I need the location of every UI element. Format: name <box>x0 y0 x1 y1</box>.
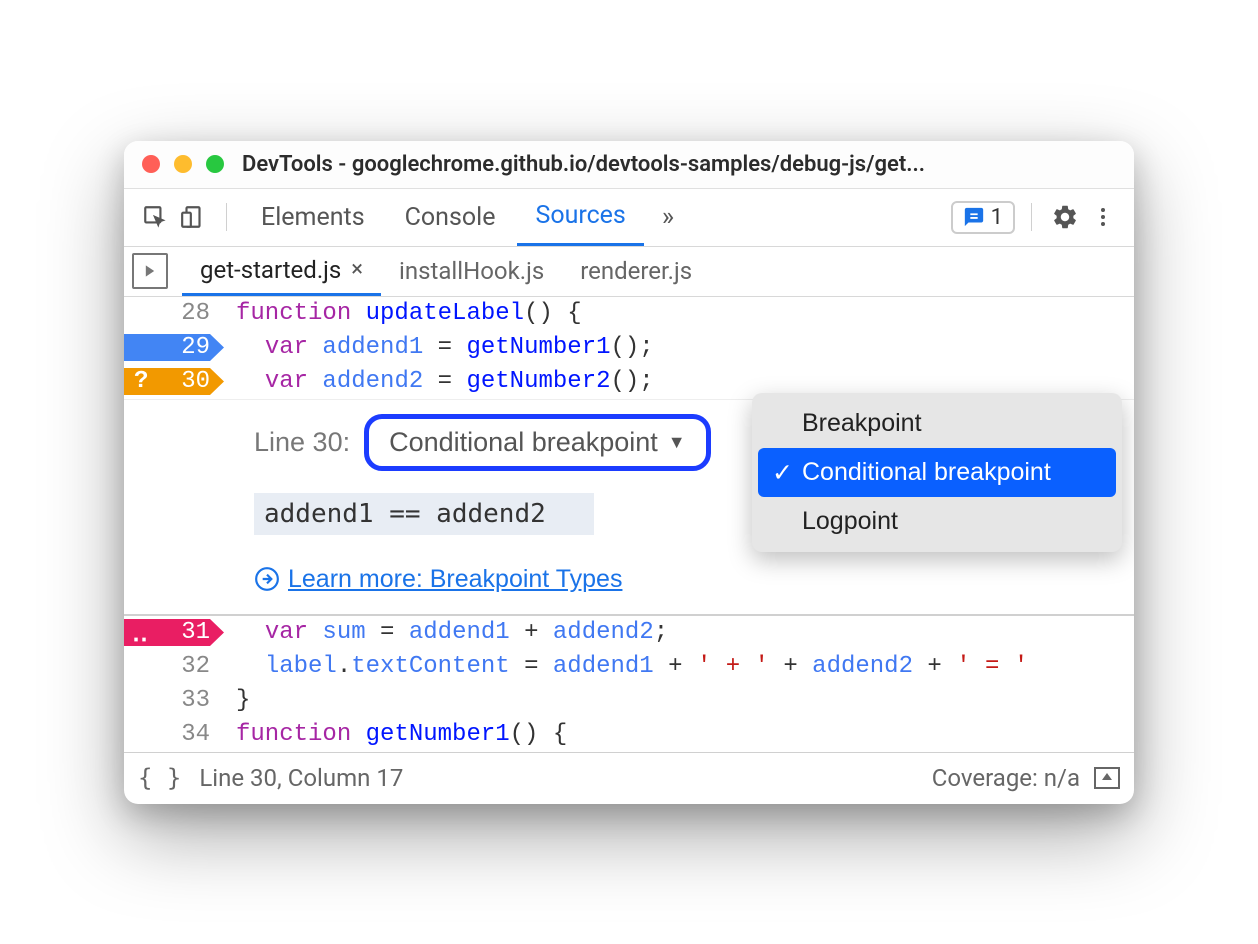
gutter-line-number[interactable]: 28 <box>124 300 224 327</box>
file-tab-installhook[interactable]: installHook.js <box>381 246 562 296</box>
close-window-button[interactable] <box>142 155 160 173</box>
issues-count: 1 <box>991 205 1003 230</box>
code-line[interactable]: 32 label.textContent = addend1 + ' + ' +… <box>124 650 1134 684</box>
statusbar: { } Line 30, Column 17 Coverage: n/a <box>124 752 1134 804</box>
code-line[interactable]: 33} <box>124 684 1134 718</box>
gutter-line-number[interactable]: 32 <box>124 653 224 680</box>
code-content: var addend2 = getNumber2(); <box>224 368 654 395</box>
breakpoint-condition-input[interactable]: addend1 == addend2 <box>254 493 594 535</box>
gutter-line-number[interactable]: 31 <box>124 619 224 646</box>
close-tab-icon[interactable]: × <box>351 257 363 282</box>
arrow-right-circle-icon <box>254 566 280 592</box>
coverage-status: Coverage: n/a <box>932 764 1080 792</box>
toolbar-separator <box>226 203 227 231</box>
code-content: var sum = addend1 + addend2; <box>224 619 668 646</box>
issues-badge[interactable]: 1 <box>951 201 1015 234</box>
breakpoint-type-dropdown[interactable]: Conditional breakpoint ▼ <box>364 414 711 471</box>
tab-elements[interactable]: Elements <box>243 188 383 246</box>
chevron-down-icon: ▼ <box>668 432 686 453</box>
learn-more-text[interactable]: Learn more: Breakpoint Types <box>288 565 622 594</box>
file-tab-label: renderer.js <box>580 257 692 285</box>
learn-more-link[interactable]: Learn more: Breakpoint Types <box>254 565 1134 594</box>
gutter-line-number[interactable]: 33 <box>124 687 224 714</box>
gutter-line-number[interactable]: 30 <box>124 368 224 395</box>
device-toolbar-icon[interactable] <box>176 200 210 234</box>
menu-item-conditional-breakpoint[interactable]: Conditional breakpoint <box>758 448 1116 497</box>
tab-sources[interactable]: Sources <box>517 188 643 246</box>
breakpoint-line-label: Line 30: <box>254 427 350 458</box>
menu-item-breakpoint[interactable]: Breakpoint <box>758 399 1116 448</box>
settings-icon[interactable] <box>1048 200 1082 234</box>
code-content: var addend1 = getNumber1(); <box>224 334 654 361</box>
inspect-element-icon[interactable] <box>138 200 172 234</box>
devtools-window: DevTools - googlechrome.github.io/devtoo… <box>124 141 1134 804</box>
drawer-toggle-icon[interactable] <box>1094 767 1120 789</box>
main-toolbar: Elements Console Sources » 1 <box>124 189 1134 247</box>
gutter-line-number[interactable]: 29 <box>124 334 224 361</box>
navigator-toggle-icon[interactable] <box>132 253 168 289</box>
tab-console[interactable]: Console <box>387 188 514 246</box>
code-editor[interactable]: 28function updateLabel() {29 var addend1… <box>124 297 1134 752</box>
file-tab-get-started[interactable]: get-started.js × <box>182 246 381 296</box>
code-line[interactable]: 31 var sum = addend1 + addend2; <box>124 616 1134 650</box>
maximize-window-button[interactable] <box>206 155 224 173</box>
menu-item-logpoint[interactable]: Logpoint <box>758 497 1116 546</box>
file-tab-label: get-started.js <box>200 256 341 284</box>
code-line[interactable]: 29 var addend1 = getNumber1(); <box>124 331 1134 365</box>
traffic-lights <box>142 155 224 173</box>
code-line[interactable]: 34function getNumber1() { <box>124 718 1134 752</box>
more-tabs-icon[interactable]: » <box>648 202 688 232</box>
window-title: DevTools - googlechrome.github.io/devtoo… <box>242 152 925 177</box>
more-options-icon[interactable] <box>1086 200 1120 234</box>
breakpoint-type-label: Conditional breakpoint <box>389 427 658 458</box>
gutter-line-number[interactable]: 34 <box>124 721 224 748</box>
file-tab-label: installHook.js <box>399 257 544 285</box>
cursor-position: Line 30, Column 17 <box>199 764 403 792</box>
file-tab-renderer[interactable]: renderer.js <box>562 246 710 296</box>
breakpoint-type-menu: Breakpoint Conditional breakpoint Logpoi… <box>752 393 1122 552</box>
titlebar: DevTools - googlechrome.github.io/devtoo… <box>124 141 1134 189</box>
pretty-print-icon[interactable]: { } <box>138 764 181 792</box>
toolbar-separator <box>1031 203 1032 231</box>
code-content: function getNumber1() { <box>224 721 567 748</box>
code-content: } <box>224 687 250 714</box>
file-tabs-bar: get-started.js × installHook.js renderer… <box>124 247 1134 297</box>
minimize-window-button[interactable] <box>174 155 192 173</box>
code-content: function updateLabel() { <box>224 300 582 327</box>
code-line[interactable]: 28function updateLabel() { <box>124 297 1134 331</box>
code-content: label.textContent = addend1 + ' + ' + ad… <box>224 653 1028 680</box>
